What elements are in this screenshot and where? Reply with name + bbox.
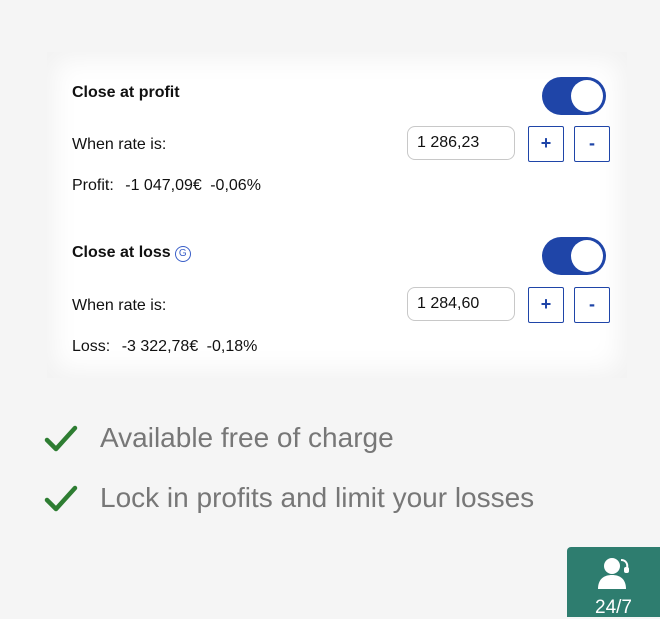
loss-rate-decrease-button[interactable]: - xyxy=(574,287,610,323)
support-widget-button[interactable]: 24/7 xyxy=(567,547,660,618)
loss-rate-increase-button[interactable]: + xyxy=(528,287,564,323)
loss-result-percent: -0,18% xyxy=(206,338,258,355)
loss-result-amount: -3 322,78€ xyxy=(121,338,199,355)
profit-rate-increase-button[interactable]: + xyxy=(528,126,564,162)
close-at-loss-title: Close at loss G xyxy=(72,244,191,262)
guarantee-icon[interactable]: G xyxy=(174,246,191,262)
checkmark-icon xyxy=(44,485,78,512)
close-at-loss-toggle[interactable] xyxy=(542,237,606,275)
profit-rate-input[interactable] xyxy=(407,126,515,160)
benefit-text: Available free of charge xyxy=(100,422,394,453)
close-at-profit-toggle[interactable] xyxy=(542,77,606,115)
loss-rate-label: When rate is: xyxy=(72,297,167,314)
benefit-text: Lock in profits and limit your losses xyxy=(100,482,535,513)
profit-result-amount: -1 047,09€ xyxy=(125,177,202,194)
toggle-knob xyxy=(571,80,603,112)
loss-result: Loss: -3 322,78€ -0,18% xyxy=(72,338,264,356)
profit-result: Profit: -1 047,09€ -0,06% xyxy=(72,177,268,195)
checkmark-icon xyxy=(44,425,78,452)
support-person-icon xyxy=(598,558,629,589)
loss-result-label: Loss: xyxy=(72,338,111,355)
profit-rate-label: When rate is: xyxy=(72,136,167,153)
profit-rate-decrease-button[interactable]: - xyxy=(574,126,610,162)
profit-result-label: Profit: xyxy=(72,177,114,194)
loss-rate-input[interactable] xyxy=(407,287,515,321)
toggle-knob xyxy=(571,240,603,272)
support-label: 24/7 xyxy=(595,597,632,618)
order-settings-card: Close at profit When rate is: + - Profit… xyxy=(47,52,627,378)
close-at-profit-title: Close at profit xyxy=(72,84,180,101)
profit-result-percent: -0,06% xyxy=(210,177,261,194)
close-at-loss-title-text: Close at loss xyxy=(72,244,171,261)
